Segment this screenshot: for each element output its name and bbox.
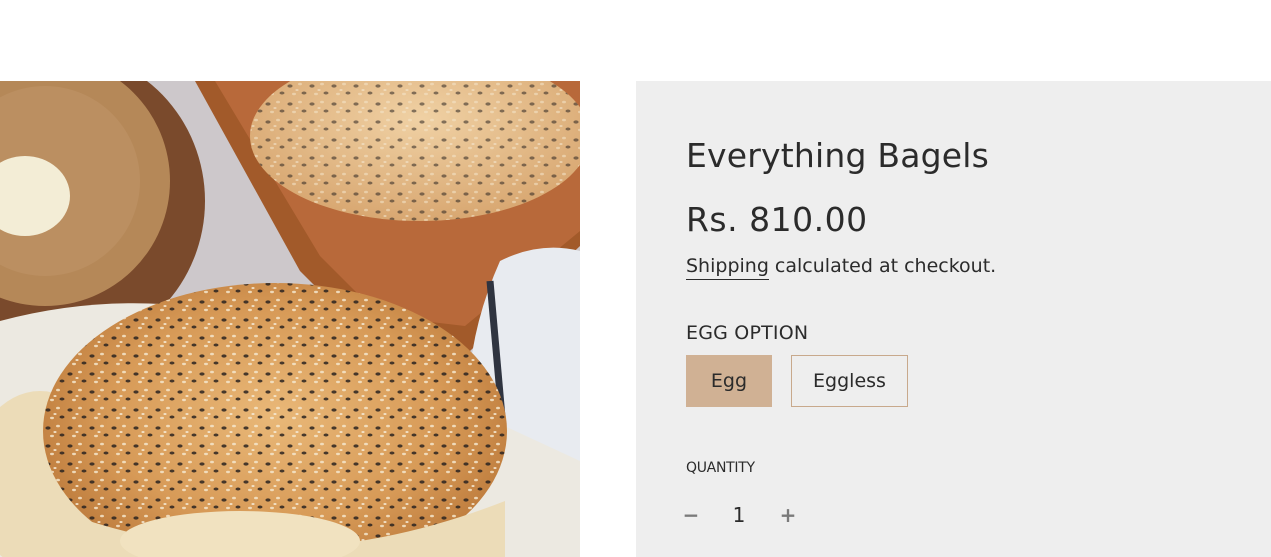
product-title: Everything Bagels: [686, 136, 990, 175]
egg-option-label: EGG OPTION: [686, 322, 809, 344]
plus-icon[interactable]: +: [778, 501, 798, 529]
quantity-label: QUANTITY: [686, 460, 755, 476]
shipping-note-text: calculated at checkout.: [768, 255, 997, 277]
quantity-value[interactable]: 1: [728, 501, 750, 529]
shipping-note: Shipping calculated at checkout.: [686, 255, 997, 280]
option-eggless-button[interactable]: Eggless: [791, 355, 908, 407]
option-egg-button[interactable]: Egg: [686, 355, 772, 407]
product-price: Rs. 810.00: [686, 200, 868, 239]
product-info-panel: Everything Bagels Rs. 810.00 Shipping ca…: [636, 81, 1271, 557]
product-image[interactable]: [0, 81, 580, 557]
bagel-photo: [0, 81, 580, 557]
minus-icon[interactable]: −: [681, 501, 701, 529]
shipping-link[interactable]: Shipping: [686, 255, 769, 280]
